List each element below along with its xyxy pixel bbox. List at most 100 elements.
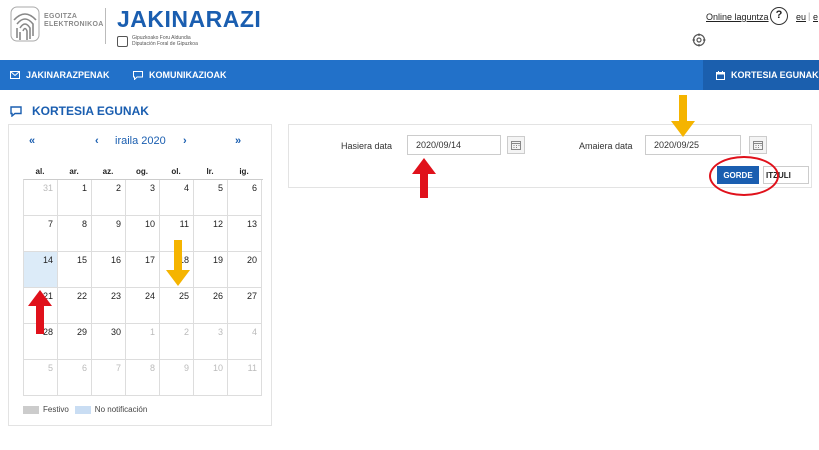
calendar-day[interactable]: 31 [24, 180, 58, 216]
start-date-input[interactable] [407, 135, 501, 155]
calendar-icon [511, 141, 521, 150]
logo-divider [105, 8, 106, 44]
festivo-swatch [23, 405, 39, 414]
weekday-label: al. [35, 167, 45, 176]
calendar-day[interactable]: 5 [24, 360, 58, 396]
nav-label: Jakinarazpenak [26, 70, 110, 80]
calendar-day[interactable]: 25 [160, 288, 194, 324]
gip-line-2: Diputación Foral de Gipuzkoa [132, 41, 198, 47]
nav-jakinarazpenak[interactable]: Jakinarazpenak [10, 60, 110, 90]
calendar-day[interactable]: 27 [228, 288, 262, 324]
weekday-header: al. ar. az. og. ol. lr. ig. [23, 167, 263, 179]
nav-kortesia-egunak[interactable]: Kortesia egunak [703, 60, 819, 90]
calendar-day[interactable]: 10 [126, 216, 160, 252]
gipuzkoa-shield-icon [117, 36, 128, 47]
next-month-button[interactable]: › [183, 135, 187, 147]
calendar-icon [753, 141, 763, 150]
fingerprint-icon [10, 6, 40, 42]
start-date-picker-button[interactable] [507, 136, 525, 154]
calendar-day[interactable]: 16 [92, 252, 126, 288]
calendar-icon [716, 70, 725, 80]
calendar-legend: Festivo No notificación [23, 405, 147, 414]
legend-festivo-label: Festivo [43, 405, 69, 414]
calendar-day[interactable]: 8 [58, 216, 92, 252]
nav-label: Kortesia egunak [731, 70, 819, 80]
start-date-label: Hasiera data [341, 141, 393, 151]
yellow-arrow-down-icon [671, 95, 695, 137]
calendar-day[interactable]: 30 [92, 324, 126, 360]
first-month-button[interactable]: « [29, 135, 35, 147]
calendar-day[interactable]: 17 [126, 252, 160, 288]
calendar-day[interactable]: 6 [58, 360, 92, 396]
calendar-day[interactable]: 4 [160, 180, 194, 216]
calendar-day[interactable]: 22 [58, 288, 92, 324]
gipuzkoa-text: Gipuzkoako Foru Aldundia Diputación Fora… [132, 35, 198, 47]
comment-icon [10, 105, 22, 117]
logo-line-2: ELEKTRONIKOA [44, 21, 104, 28]
calendar-day[interactable]: 2 [92, 180, 126, 216]
highlight-circle [709, 156, 779, 196]
main-navbar: Jakinarazpenak Komunikazioak Kortesia eg… [0, 60, 819, 90]
end-date-label: Amaiera data [579, 141, 633, 151]
calendar-day[interactable]: 11 [228, 360, 262, 396]
lang-separator: | [808, 11, 811, 21]
lang-es-link[interactable]: e [813, 12, 818, 22]
settings-icon[interactable] [692, 33, 706, 47]
calendar-day[interactable]: 19 [194, 252, 228, 288]
calendar-panel: « ‹ iraila 2020 › » al. ar. az. og. ol. lr. ig… [8, 124, 272, 426]
lang-eu-link[interactable]: eu [796, 12, 806, 22]
calendar-day[interactable]: 1 [58, 180, 92, 216]
previous-month-button[interactable]: ‹ [95, 135, 99, 147]
page-title-text: Kortesia egunak [32, 104, 149, 118]
last-month-button[interactable]: » [235, 135, 241, 147]
calendar-day[interactable]: 12 [194, 216, 228, 252]
nav-label: Komunikazioak [149, 70, 227, 80]
header: EGOITZA ELEKTRONIKOA JAKINARAZI Gipuzkoa… [0, 0, 819, 60]
weekday-label: ig. [239, 167, 249, 176]
calendar-grid: al. ar. az. og. ol. lr. ig. 31 1 2 3 4 5 6 7 8 9 10 11 12 1… [23, 167, 263, 396]
weekday-label: ar. [69, 167, 79, 176]
calendar-nav: « ‹ iraila 2020 › » [9, 135, 273, 151]
calendar-day[interactable]: 24 [126, 288, 160, 324]
calendar-day[interactable]: 3 [126, 180, 160, 216]
nav-komunikazioak[interactable]: Komunikazioak [133, 60, 227, 90]
calendar-day[interactable]: 9 [92, 216, 126, 252]
calendar-day[interactable]: 5 [194, 180, 228, 216]
calendar-day[interactable]: 15 [58, 252, 92, 288]
egoitza-logo[interactable]: EGOITZA ELEKTRONIKOA [10, 6, 103, 46]
help-icon[interactable]: ? [770, 7, 788, 25]
online-help-link[interactable]: Online laguntza [706, 12, 769, 22]
calendar-day[interactable]: 8 [126, 360, 160, 396]
page-title: Kortesia egunak [10, 104, 149, 118]
logo-line-1: EGOITZA [44, 13, 78, 20]
calendar-day[interactable]: 3 [194, 324, 228, 360]
app-title: JAKINARAZI [117, 6, 262, 32]
calendar-day[interactable]: 4 [228, 324, 262, 360]
comment-icon [133, 70, 143, 80]
calendar-day[interactable]: 29 [58, 324, 92, 360]
calendar-day[interactable]: 6 [228, 180, 262, 216]
weekday-label: lr. [206, 167, 214, 176]
calendar-day[interactable]: 1 [126, 324, 160, 360]
calendar-day[interactable]: 10 [194, 360, 228, 396]
weekday-label: az. [102, 167, 114, 176]
weekday-label: ol. [171, 167, 181, 176]
no-notification-swatch [74, 405, 91, 414]
red-arrow-up-icon [412, 158, 436, 198]
calendar-month-label: iraila 2020 [115, 135, 166, 147]
logo-text: EGOITZA ELEKTRONIKOA [44, 13, 104, 29]
red-arrow-up-icon [28, 290, 52, 334]
calendar-day[interactable]: 26 [194, 288, 228, 324]
calendar-day[interactable]: 9 [160, 360, 194, 396]
calendar-day-today[interactable]: 14 [24, 252, 58, 288]
calendar-day[interactable]: 20 [228, 252, 262, 288]
end-date-picker-button[interactable] [749, 136, 767, 154]
calendar-day[interactable]: 13 [228, 216, 262, 252]
calendar-day[interactable]: 2 [160, 324, 194, 360]
calendar-day[interactable]: 23 [92, 288, 126, 324]
end-date-input[interactable] [645, 135, 741, 155]
calendar-day[interactable]: 7 [92, 360, 126, 396]
envelope-icon [10, 71, 20, 79]
calendar-day[interactable]: 7 [24, 216, 58, 252]
page: EGOITZA ELEKTRONIKOA JAKINARAZI Gipuzkoa… [0, 0, 819, 450]
